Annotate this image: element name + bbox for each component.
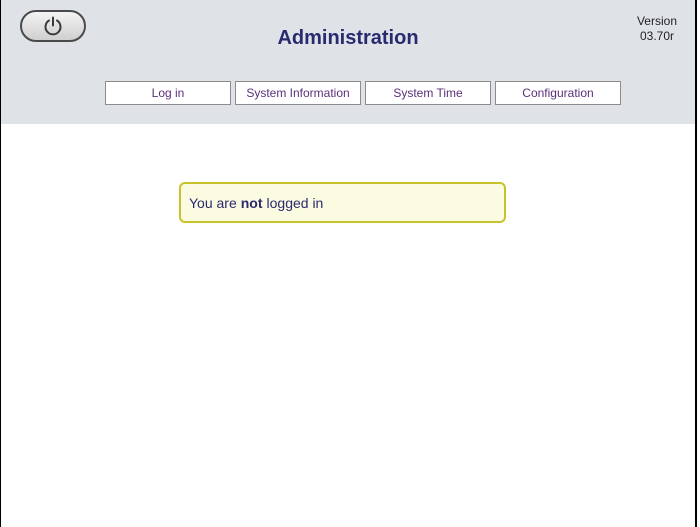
login-status-notice: You are not logged in	[179, 182, 506, 223]
nav-log-in[interactable]: Log in	[105, 81, 231, 105]
page-title: Administration	[277, 27, 419, 49]
notice-suffix: logged in	[266, 194, 324, 211]
version-number: 03.70r	[639, 29, 674, 43]
nav-bar: Log in System Information System Time Co…	[105, 81, 621, 105]
nav-system-time[interactable]: System Time	[365, 81, 491, 105]
version-label: Version	[636, 14, 677, 28]
notice-prefix: You are	[189, 194, 237, 211]
admin-page: Administration Version 03.70r Log in Sys…	[0, 0, 697, 527]
nav-configuration[interactable]: Configuration	[495, 81, 621, 105]
version-info: Version 03.70r	[637, 14, 677, 44]
nav-system-information[interactable]: System Information	[235, 81, 361, 105]
notice-emphasis: not	[240, 194, 263, 211]
header-bar: Administration Version 03.70r Log in Sys…	[1, 0, 695, 124]
